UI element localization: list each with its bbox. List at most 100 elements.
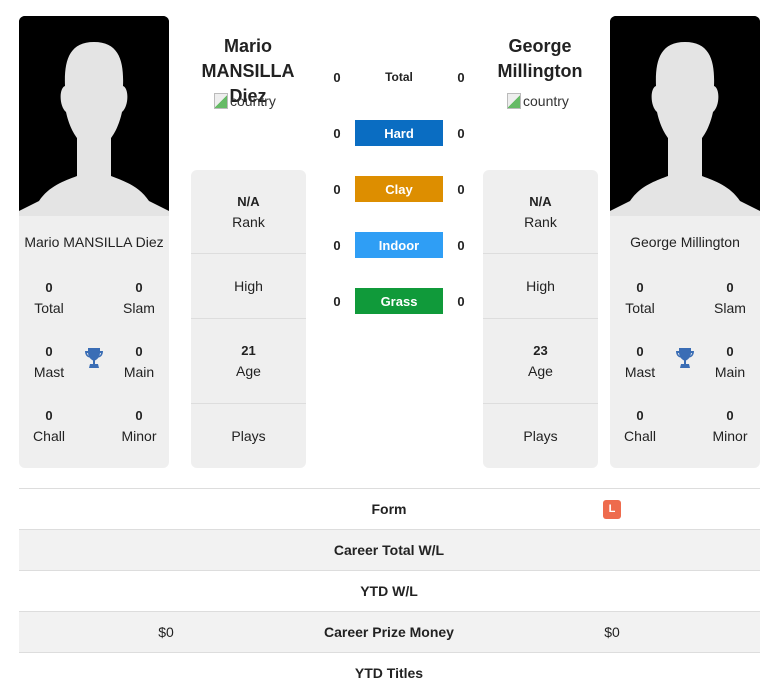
player2-age: 23 Age bbox=[483, 319, 598, 404]
player2-stat-minor: 0 Minor bbox=[700, 406, 760, 446]
player1-age: 21 Age bbox=[191, 319, 306, 404]
h2h-p2-value: 0 bbox=[457, 293, 465, 309]
stat-label: Main bbox=[123, 364, 155, 380]
broken-image-icon bbox=[507, 93, 521, 109]
country-alt-text: country bbox=[230, 93, 276, 109]
trophy-icon bbox=[82, 346, 106, 375]
player1-info-column: N/A Rank High 21 Age Plays bbox=[191, 170, 306, 468]
table-row-ytd-titles: YTD Titles bbox=[19, 653, 760, 694]
stat-label: Main bbox=[714, 364, 746, 380]
player1-plays: Plays bbox=[191, 404, 306, 468]
h2h-p2-value: 0 bbox=[457, 237, 465, 253]
p2-value bbox=[537, 530, 687, 570]
p1-value bbox=[91, 489, 241, 529]
row-label: Career Prize Money bbox=[324, 624, 454, 640]
stat-label: Slam bbox=[123, 300, 155, 316]
h2h-total-row: 0 Total 0 bbox=[330, 64, 470, 90]
player1-stat-chall: 0 Chall bbox=[19, 406, 79, 446]
player2-name[interactable]: George Millington bbox=[475, 34, 605, 84]
table-row-ytd-wl: YTD W/L bbox=[19, 571, 760, 612]
h2h-grass-row: 0 Grass 0 bbox=[330, 288, 470, 314]
player2-rank: N/A Rank bbox=[483, 170, 598, 254]
high-label: High bbox=[234, 278, 263, 294]
trophy-icon bbox=[673, 346, 697, 375]
p1-value bbox=[91, 571, 241, 611]
player2-info-column: N/A Rank High 23 Age Plays bbox=[483, 170, 598, 468]
p2-value bbox=[537, 571, 687, 611]
surface-grass-badge[interactable]: Grass bbox=[355, 288, 443, 314]
stat-value: 0 bbox=[726, 280, 734, 295]
h2h-p1-value: 0 bbox=[333, 181, 341, 197]
stat-value: 0 bbox=[135, 408, 143, 423]
rank-value: N/A bbox=[237, 193, 260, 209]
p2-form: L bbox=[537, 489, 687, 529]
plays-label: Plays bbox=[231, 428, 266, 444]
p1-value bbox=[91, 530, 241, 570]
player1-stat-minor: 0 Minor bbox=[109, 406, 169, 446]
stat-value: 0 bbox=[45, 408, 53, 423]
age-value: 23 bbox=[533, 343, 548, 358]
h2h-p1-value: 0 bbox=[333, 125, 341, 141]
table-row-career-prize-money: $0 Career Prize Money $0 bbox=[19, 612, 760, 653]
player1-full-name[interactable]: Mario MANSILLA Diez bbox=[19, 234, 169, 254]
player1-photo bbox=[19, 16, 169, 216]
h2h-indoor-row: 0 Indoor 0 bbox=[330, 232, 470, 258]
stat-label: Mast bbox=[33, 364, 65, 380]
player2-stat-chall: 0 Chall bbox=[610, 406, 670, 446]
player1-first-name: Mario bbox=[223, 36, 272, 56]
surface-clay-badge[interactable]: Clay bbox=[355, 176, 443, 202]
stat-label: Chall bbox=[624, 428, 656, 444]
h2h-hard-row: 0 Hard 0 bbox=[330, 120, 470, 146]
player2-full-name[interactable]: George Millington bbox=[610, 234, 760, 254]
stat-value: 0 bbox=[135, 280, 143, 295]
player1-country-flag: country bbox=[214, 93, 276, 109]
player1-stat-main: 0 Main bbox=[109, 342, 169, 382]
h2h-p1-value: 0 bbox=[333, 69, 341, 85]
comparison-table: Form L Career Total W/L YTD W/L $0 Caree… bbox=[19, 488, 760, 694]
player2-last-name: Millington bbox=[497, 61, 583, 81]
row-label: YTD W/L bbox=[360, 583, 418, 599]
rank-label: Rank bbox=[232, 213, 265, 230]
player2-first-name: George bbox=[508, 36, 572, 56]
player2-stat-mast: 0 Mast bbox=[610, 342, 670, 382]
player2-photo bbox=[610, 16, 760, 216]
stat-label: Chall bbox=[33, 428, 65, 444]
rank-value: N/A bbox=[529, 193, 552, 209]
h2h-clay-row: 0 Clay 0 bbox=[330, 176, 470, 202]
h2h-p1-value: 0 bbox=[333, 237, 341, 253]
player-silhouette-icon bbox=[610, 16, 760, 216]
player2-stat-slam: 0 Slam bbox=[700, 278, 760, 318]
player1-high: High bbox=[191, 254, 306, 319]
age-value: 21 bbox=[241, 343, 256, 358]
player2-high: High bbox=[483, 254, 598, 319]
player2-country-flag: country bbox=[507, 93, 569, 109]
h2h-p2-value: 0 bbox=[457, 181, 465, 197]
age-label: Age bbox=[528, 363, 553, 379]
stat-label: Mast bbox=[624, 364, 656, 380]
h2h-p2-value: 0 bbox=[457, 125, 465, 141]
p1-value bbox=[91, 653, 241, 693]
stat-value: 0 bbox=[636, 344, 644, 359]
row-label: YTD Titles bbox=[354, 665, 424, 681]
player1-stat-slam: 0 Slam bbox=[109, 278, 169, 318]
rank-label: Rank bbox=[524, 213, 557, 230]
table-row-form: Form L bbox=[19, 489, 760, 530]
row-label: Form bbox=[371, 501, 407, 517]
p2-value: $0 bbox=[604, 624, 620, 640]
country-alt-text: country bbox=[523, 93, 569, 109]
age-label: Age bbox=[236, 363, 261, 379]
player1-titles-card: Mario MANSILLA Diez 0 Total 0 Slam 0 Mas… bbox=[19, 216, 169, 468]
surface-hard-badge[interactable]: Hard bbox=[355, 120, 443, 146]
surface-indoor-badge[interactable]: Indoor bbox=[355, 232, 443, 258]
stat-label: Total bbox=[625, 300, 655, 316]
h2h-total-label: Total bbox=[385, 70, 413, 84]
h2h-p2-value: 0 bbox=[457, 69, 465, 85]
stat-value: 0 bbox=[45, 344, 53, 359]
stat-label: Minor bbox=[121, 428, 157, 444]
player2-plays: Plays bbox=[483, 404, 598, 468]
plays-label: Plays bbox=[523, 428, 558, 444]
h2h-p1-value: 0 bbox=[333, 293, 341, 309]
stat-label: Total bbox=[34, 300, 64, 316]
form-loss-badge[interactable]: L bbox=[603, 499, 621, 519]
stat-value: 0 bbox=[135, 344, 143, 359]
